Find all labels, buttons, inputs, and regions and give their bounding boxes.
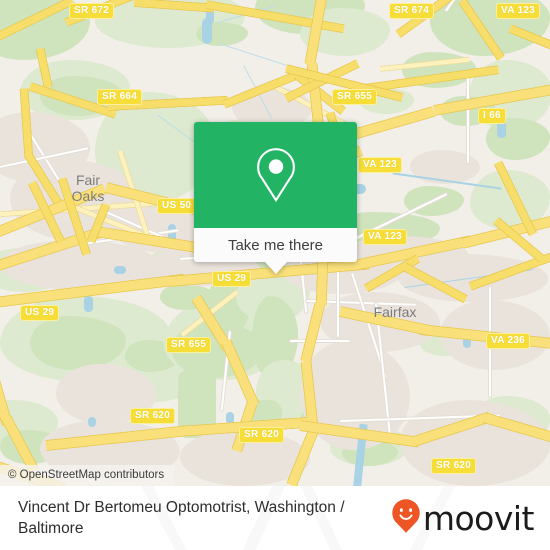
road-shield[interactable]: US 50 (157, 198, 197, 214)
map-water (88, 417, 96, 427)
road-shield[interactable]: US 29 (212, 271, 252, 287)
map-water (84, 296, 93, 312)
road-shield[interactable]: SR 620 (130, 408, 176, 424)
road-shield[interactable]: SR 664 (97, 89, 143, 105)
road-shield[interactable]: SR 672 (69, 3, 115, 19)
map-canvas[interactable]: Fair Oaks Fairfax SR 672 SR 674 VA 123 S… (0, 0, 550, 486)
moovit-map-screenshot: Fair Oaks Fairfax SR 672 SR 674 VA 123 S… (0, 0, 550, 550)
map-water (114, 266, 126, 274)
road-shield[interactable]: SR 655 (166, 337, 212, 353)
take-me-there-label: Take me there (227, 236, 324, 254)
footer-bar: Vincent Dr Bertomeu Optomotrist, Washing… (0, 486, 550, 550)
road-shield[interactable]: I 66 (478, 108, 506, 124)
osm-attribution[interactable]: © OpenStreetMap contributors (0, 465, 175, 486)
callout-image-panel (194, 122, 357, 228)
moovit-wordmark: moovit (422, 498, 535, 538)
map-place-label-line: Oaks (71, 188, 105, 204)
map-pin-icon (253, 146, 299, 204)
map-place-label-line: Fair (75, 172, 101, 188)
map-street (467, 73, 469, 163)
map-place-label-fairfax: Fairfax (367, 305, 423, 320)
road-shield[interactable]: SR 620 (431, 458, 477, 474)
road-shield[interactable]: SR 674 (389, 3, 435, 19)
moovit-logo[interactable]: moovit (391, 498, 535, 539)
map-street (290, 340, 350, 342)
road-shield[interactable]: VA 123 (358, 157, 403, 173)
callout-pointer-tail (264, 262, 287, 274)
location-callout-card[interactable]: Take me there (194, 122, 357, 274)
road-shield[interactable]: VA 123 (496, 3, 541, 19)
poi-title: Vincent Dr Bertomeu Optomotrist, Washing… (18, 499, 345, 537)
road-shield[interactable]: SR 620 (239, 427, 285, 443)
road-shield[interactable]: US 29 (20, 305, 60, 321)
take-me-there-button[interactable]: Take me there (194, 228, 357, 262)
road-shield[interactable]: VA 236 (486, 333, 531, 349)
map-place-label-line: Fairfax (373, 304, 417, 320)
moovit-smiley-pin-icon (391, 498, 421, 539)
road-shield[interactable]: VA 123 (363, 229, 408, 245)
road-shield[interactable]: SR 655 (332, 89, 378, 105)
map-place-label-fair-oaks: Fair Oaks (58, 172, 118, 204)
